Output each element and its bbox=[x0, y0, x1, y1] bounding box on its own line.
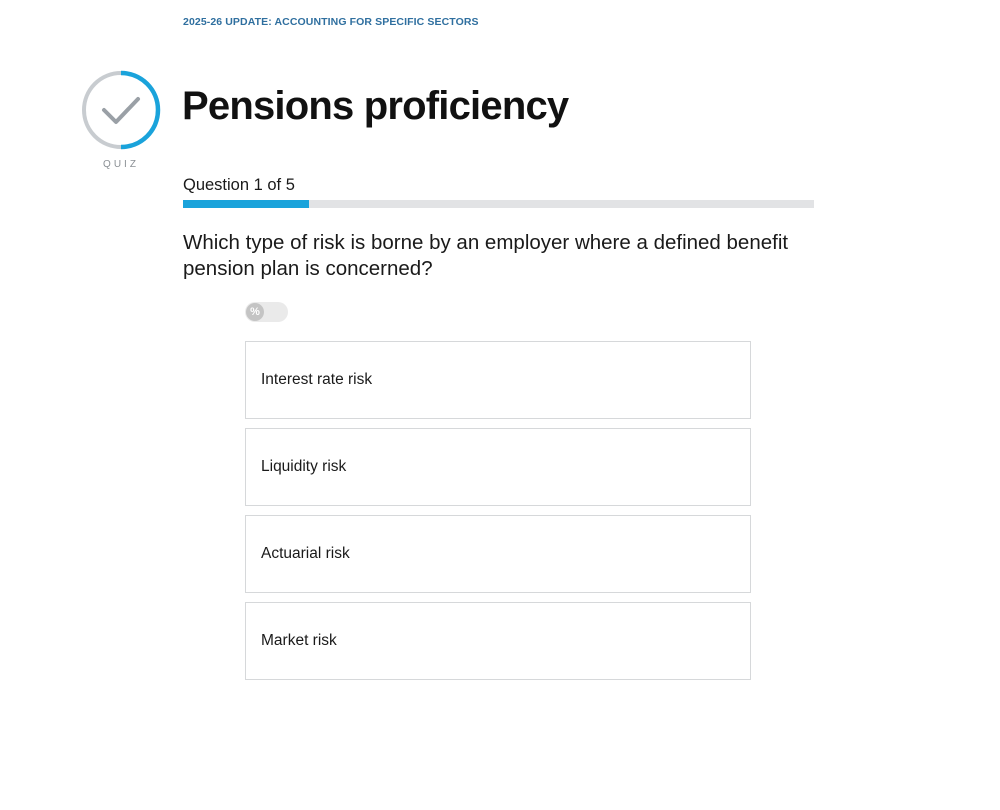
answer-option[interactable]: Liquidity risk bbox=[245, 428, 751, 506]
progress-bar-fill bbox=[183, 200, 310, 208]
percent-icon: % bbox=[246, 303, 264, 321]
answer-option[interactable]: Actuarial risk bbox=[245, 515, 751, 593]
answer-list: Interest rate risk Liquidity risk Actuar… bbox=[245, 341, 751, 689]
answer-label: Actuarial risk bbox=[261, 545, 350, 562]
question-counter: Question 1 of 5 bbox=[183, 176, 295, 194]
question-text: Which type of risk is borne by an employ… bbox=[183, 231, 789, 280]
answer-option[interactable]: Interest rate risk bbox=[245, 341, 751, 419]
answer-label: Market risk bbox=[261, 632, 337, 649]
percent-toggle[interactable]: % bbox=[245, 302, 288, 322]
answer-label: Interest rate risk bbox=[261, 371, 373, 388]
quiz-label: QUIZ bbox=[103, 159, 139, 170]
checkmark-icon bbox=[102, 97, 140, 124]
progress-bar bbox=[183, 200, 814, 208]
answer-option[interactable]: Market risk bbox=[245, 602, 751, 680]
breadcrumb[interactable]: 2025-26 UPDATE: ACCOUNTING FOR SPECIFIC … bbox=[183, 16, 479, 28]
quiz-page: 2025-26 UPDATE: ACCOUNTING FOR SPECIFIC … bbox=[0, 0, 1000, 810]
page-title: Pensions proficiency bbox=[182, 84, 569, 128]
quiz-badge bbox=[82, 70, 161, 150]
answer-label: Liquidity risk bbox=[261, 458, 347, 475]
